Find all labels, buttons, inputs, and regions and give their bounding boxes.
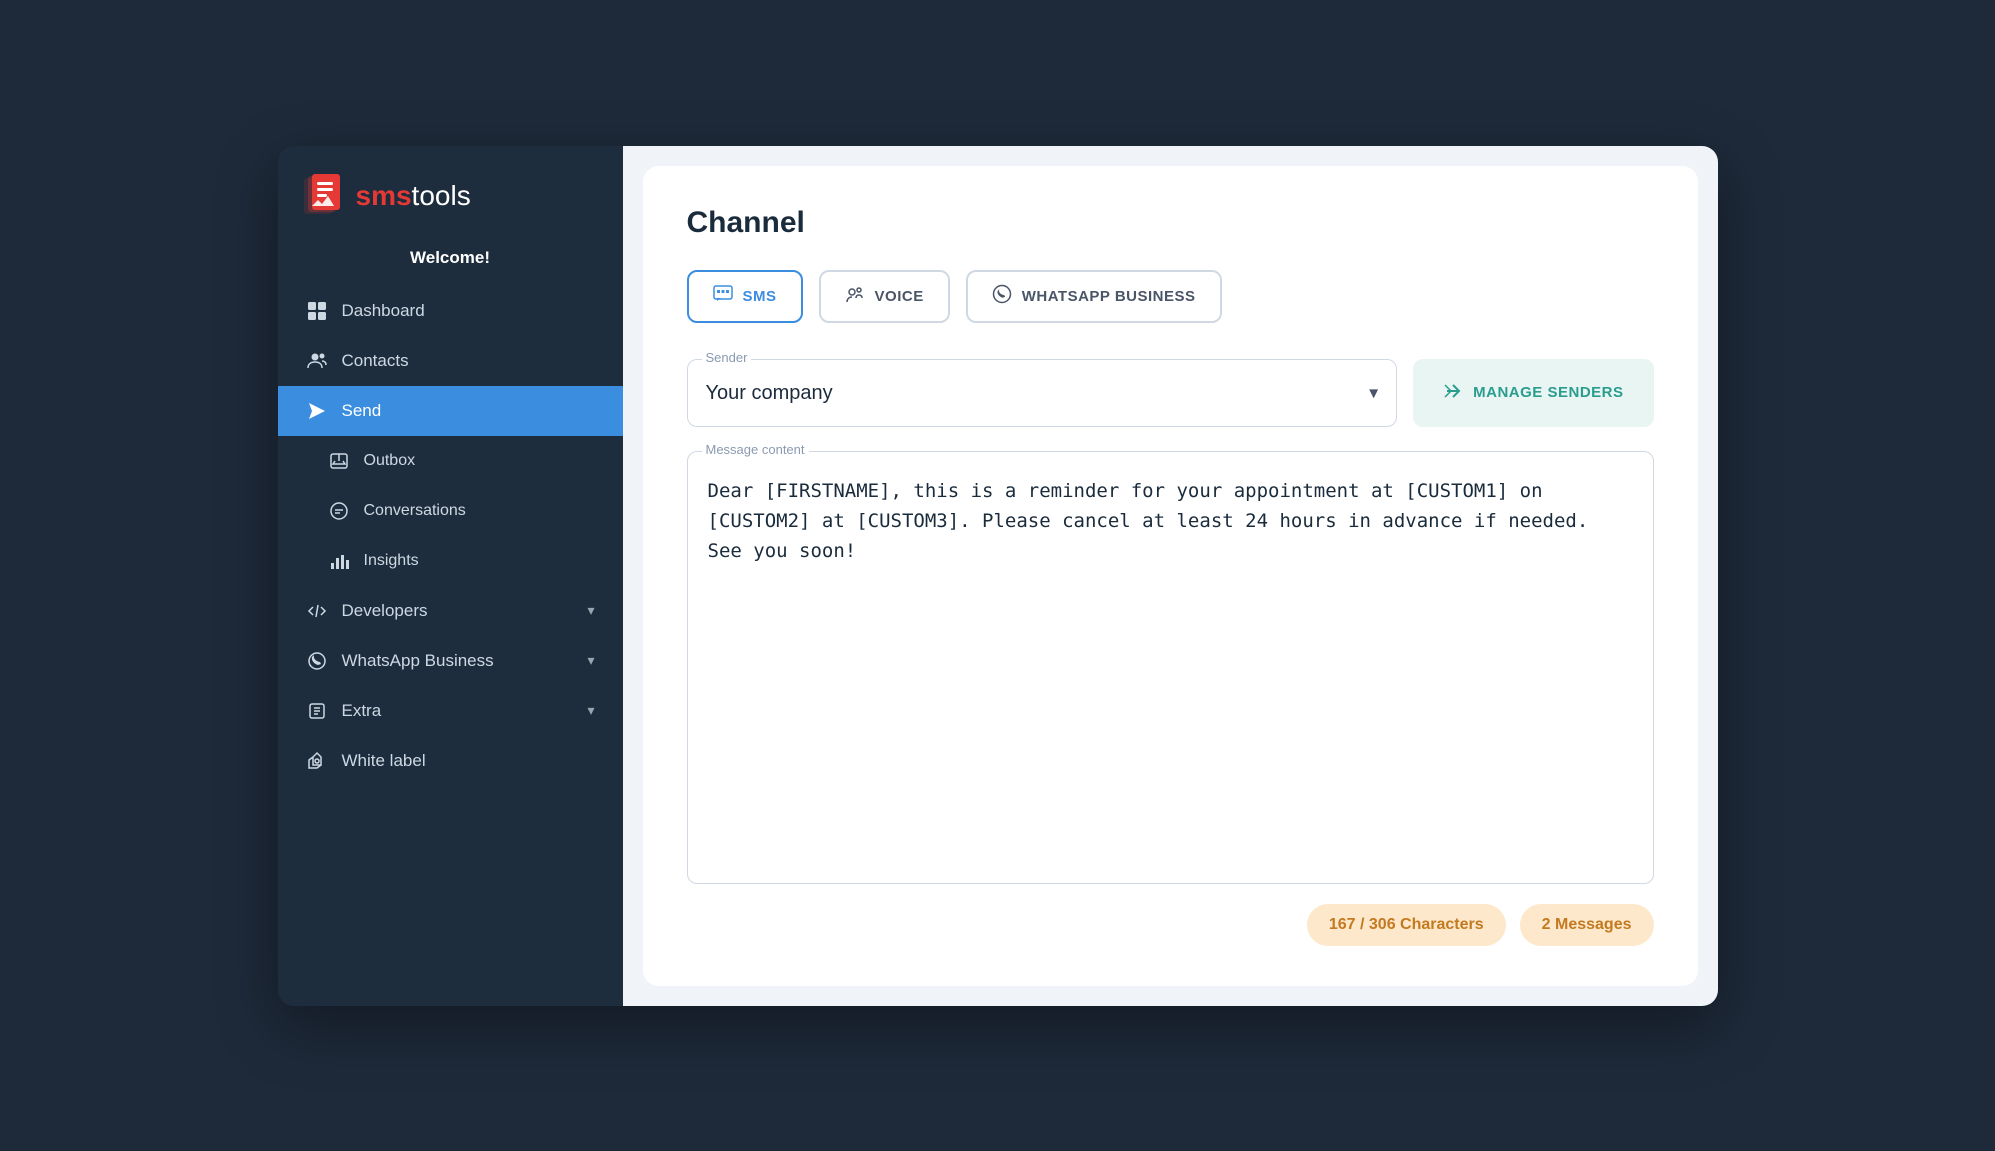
extra-label: Extra: [342, 701, 382, 721]
tab-voice[interactable]: VOICE: [819, 270, 950, 323]
sidebar-logo: smstools: [278, 146, 623, 238]
app-container: smstools Welcome! Dashboard Contacts: [278, 146, 1718, 1006]
voice-tab-icon: [845, 285, 865, 308]
sidebar-item-conversations[interactable]: Conversations: [278, 486, 623, 536]
tab-whatsapp-label: WHATSAPP BUSINESS: [1022, 288, 1196, 305]
white-label-label: White label: [342, 751, 426, 771]
sms-tab-icon: [713, 285, 733, 308]
extra-chevron-icon: ▾: [587, 702, 594, 719]
sidebar-item-outbox[interactable]: Outbox: [278, 436, 623, 486]
tab-voice-label: VOICE: [875, 288, 924, 305]
conversations-label: Conversations: [364, 502, 466, 520]
whatsapp-label: WhatsApp Business: [342, 651, 494, 671]
whatsapp-icon: [306, 650, 328, 672]
sidebar-item-contacts[interactable]: Contacts: [278, 336, 623, 386]
manage-senders-icon: [1443, 381, 1463, 405]
message-label: Message content: [702, 442, 809, 457]
sender-label: Sender: [702, 350, 752, 365]
page-title: Channel: [687, 206, 1654, 240]
sidebar-item-extra[interactable]: Extra ▾: [278, 686, 623, 736]
tab-whatsapp[interactable]: WHATSAPP BUSINESS: [966, 270, 1222, 323]
developers-chevron-icon: ▾: [587, 602, 594, 619]
sender-select[interactable]: Your company: [706, 360, 1379, 426]
outbox-icon: [328, 450, 350, 472]
whatsapp-chevron-icon: ▾: [587, 652, 594, 669]
contacts-icon: [306, 350, 328, 372]
conversations-icon: [328, 500, 350, 522]
message-section: Message content: [687, 451, 1654, 884]
channel-tabs: SMS VOICE WHATSAPP BUSINESS: [687, 270, 1654, 323]
tab-sms[interactable]: SMS: [687, 270, 803, 323]
messages-badge: 2 Messages: [1520, 904, 1654, 946]
sidebar: smstools Welcome! Dashboard Contacts: [278, 146, 623, 1006]
stats-row: 167 / 306 Characters 2 Messages: [687, 904, 1654, 946]
developers-label: Developers: [342, 601, 428, 621]
send-label: Send: [342, 401, 382, 421]
manage-senders-label: MANAGE SENDERS: [1473, 384, 1623, 401]
manage-senders-button[interactable]: MANAGE SENDERS: [1413, 359, 1653, 427]
main-content: Channel SMS VOICE: [623, 146, 1718, 1006]
send-icon: [306, 400, 328, 422]
sidebar-item-dashboard[interactable]: Dashboard: [278, 286, 623, 336]
sidebar-welcome: Welcome!: [278, 238, 623, 286]
sidebar-item-insights[interactable]: Insights: [278, 536, 623, 586]
logo-text: smstools: [356, 180, 471, 212]
white-label-icon: [306, 750, 328, 772]
sidebar-item-whatsapp[interactable]: WhatsApp Business ▾: [278, 636, 623, 686]
content-card: Channel SMS VOICE: [643, 166, 1698, 986]
insights-icon: [328, 550, 350, 572]
sidebar-nav: Dashboard Contacts Send Ou: [278, 286, 623, 986]
whatsapp-tab-icon: [992, 284, 1012, 309]
developers-icon: [306, 600, 328, 622]
contacts-label: Contacts: [342, 351, 409, 371]
characters-badge: 167 / 306 Characters: [1307, 904, 1506, 946]
dashboard-icon: [306, 300, 328, 322]
message-textarea[interactable]: [688, 452, 1653, 883]
sidebar-item-white-label[interactable]: White label: [278, 736, 623, 786]
sender-section: Sender Your company ▾ MANAGE SENDERS: [687, 359, 1654, 427]
tab-sms-label: SMS: [743, 288, 777, 305]
insights-label: Insights: [364, 552, 419, 570]
sender-field-wrapper: Sender Your company ▾: [687, 359, 1398, 427]
logo-icon: [302, 174, 346, 218]
sidebar-item-send[interactable]: Send: [278, 386, 623, 436]
outbox-label: Outbox: [364, 452, 416, 470]
sidebar-item-developers[interactable]: Developers ▾: [278, 586, 623, 636]
dashboard-label: Dashboard: [342, 301, 425, 321]
extra-icon: [306, 700, 328, 722]
